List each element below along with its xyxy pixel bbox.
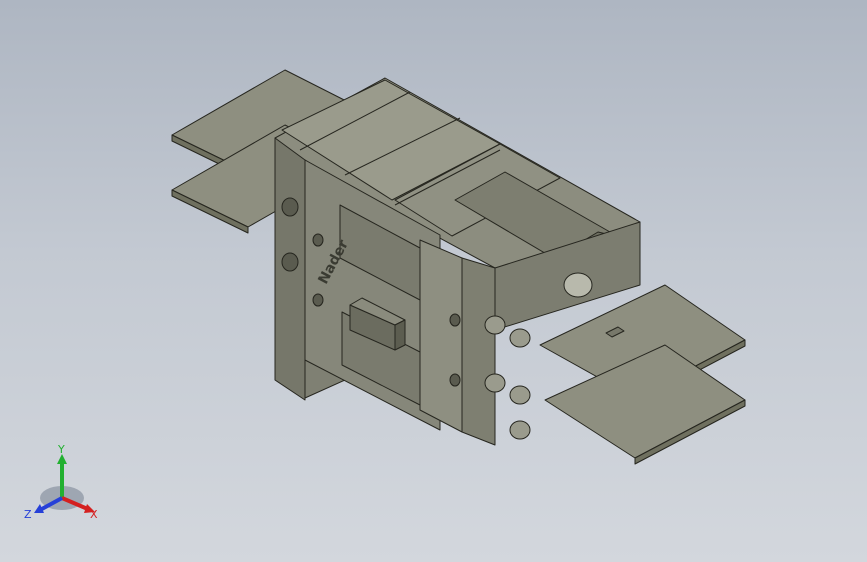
x-axis-label: X bbox=[90, 508, 98, 521]
y-axis-label: Y bbox=[57, 443, 65, 456]
axis-triad: Y X Z bbox=[24, 443, 98, 521]
breaker-3d-model[interactable]: Nader bbox=[0, 0, 867, 562]
z-axis-label: Z bbox=[24, 508, 32, 521]
cad-viewport[interactable]: Nader Y X Z bbox=[0, 0, 867, 562]
right-terminal-plates bbox=[539, 284, 746, 465]
